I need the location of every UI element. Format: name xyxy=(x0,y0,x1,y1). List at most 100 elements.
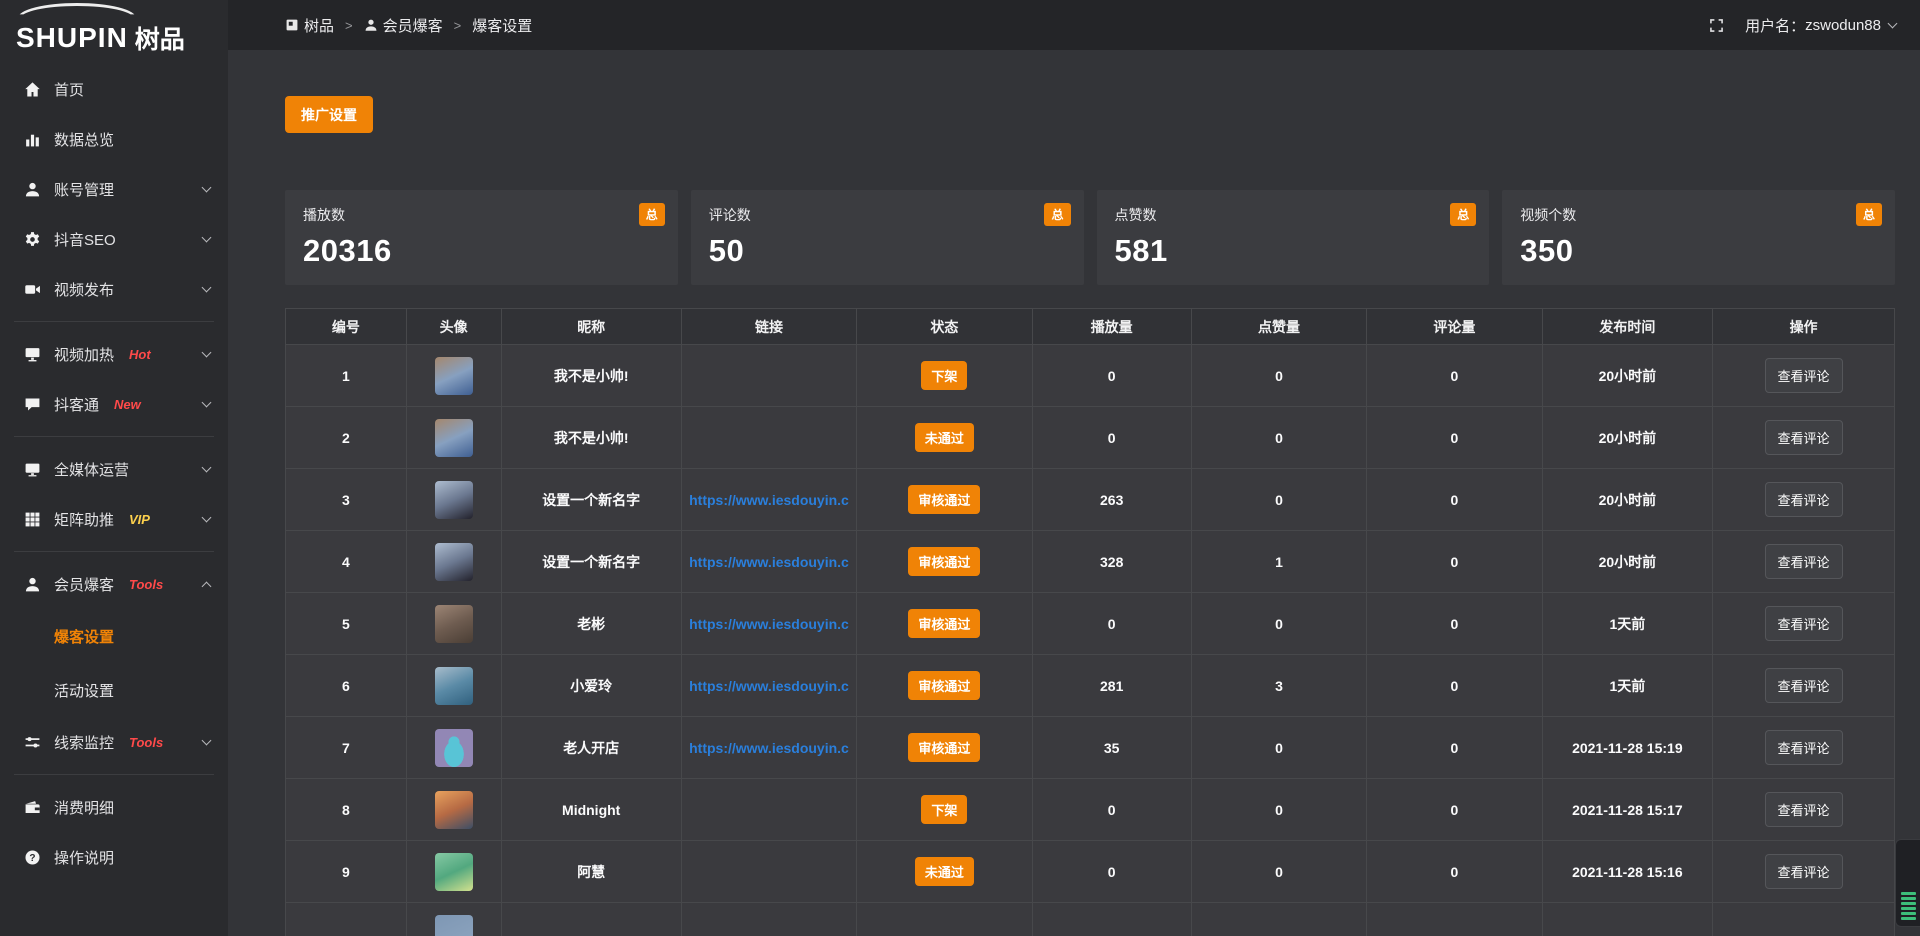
nickname-cell: Midnight xyxy=(501,779,681,841)
sidebar-item-label: 会员爆客 xyxy=(54,574,114,595)
sidebar-item-label: 首页 xyxy=(54,79,84,100)
sidebar-item[interactable]: 首页 xyxy=(0,64,228,114)
sidebar-item[interactable]: 视频加热Hot xyxy=(0,329,228,379)
view-comments-button[interactable]: 查看评论 xyxy=(1765,854,1843,889)
plays-cell: 0 xyxy=(1032,841,1191,903)
user-icon xyxy=(24,181,41,198)
table-row: 2我不是小帅!未通过00020小时前查看评论 xyxy=(286,407,1895,469)
row-id: 4 xyxy=(286,531,407,593)
table-row: 7老人开店https://www.iesdouyin.c审核通过35002021… xyxy=(286,717,1895,779)
table-row: 1我不是小帅!下架00020小时前查看评论 xyxy=(286,345,1895,407)
action-cell: 查看评论 xyxy=(1713,779,1895,841)
nickname-cell: 老人开店 xyxy=(501,717,681,779)
chevron-down-icon xyxy=(202,397,212,407)
avatar-cell xyxy=(406,407,501,469)
sidebar-subitem[interactable]: 活动设置 xyxy=(0,663,228,717)
sidebar-item[interactable]: 数据总览 xyxy=(0,114,228,164)
row-id: 1 xyxy=(286,345,407,407)
view-comments-button[interactable]: 查看评论 xyxy=(1765,730,1843,765)
plays-cell: 263 xyxy=(1032,469,1191,531)
video-link[interactable]: https://www.iesdouyin.c xyxy=(684,740,854,756)
sidebar-item[interactable]: 抖客通New xyxy=(0,379,228,429)
widget-bar xyxy=(1901,907,1916,910)
sidebar-item-label: 操作说明 xyxy=(54,847,114,868)
fullscreen-icon[interactable] xyxy=(1708,17,1725,34)
sidebar-subitem[interactable]: 爆客设置 xyxy=(0,609,228,663)
main-column: 树品>会员爆客>爆客设置 用户名：zswodun88 推广设置 播放数20316… xyxy=(228,0,1920,936)
bar-chart-icon xyxy=(24,131,41,148)
table-row xyxy=(286,903,1895,936)
avatar xyxy=(435,543,473,581)
logo-text: SHUPIN xyxy=(16,22,128,54)
stat-card: 视频个数350总 xyxy=(1502,190,1895,285)
help-icon: ? xyxy=(24,849,41,866)
sidebar-item[interactable]: 视频发布 xyxy=(0,264,228,314)
avatar xyxy=(435,853,473,891)
action-cell: 查看评论 xyxy=(1713,345,1895,407)
sidebar-item[interactable]: 会员爆客Tools xyxy=(0,559,228,609)
sidebar-submenu: 爆客设置活动设置 xyxy=(0,609,228,717)
status-cell: 审核通过 xyxy=(857,531,1032,593)
column-header: 昵称 xyxy=(501,309,681,345)
view-comments-button[interactable]: 查看评论 xyxy=(1765,544,1843,579)
breadcrumb-label: 会员爆客 xyxy=(383,15,443,36)
link-cell xyxy=(681,903,856,936)
time-cell: 20小时前 xyxy=(1542,469,1713,531)
view-comments-button[interactable]: 查看评论 xyxy=(1765,606,1843,641)
sidebar-item-label: 消费明细 xyxy=(54,797,114,818)
breadcrumb-item[interactable]: 树品 xyxy=(285,15,334,36)
dashboard-icon xyxy=(285,18,299,32)
floating-widget[interactable] xyxy=(1895,839,1920,927)
status-cell: 审核通过 xyxy=(857,717,1032,779)
promo-settings-button[interactable]: 推广设置 xyxy=(285,96,373,133)
column-header: 操作 xyxy=(1713,309,1895,345)
stat-card-value: 581 xyxy=(1115,233,1472,269)
table-row: 9阿慧未通过0002021-11-28 15:16查看评论 xyxy=(286,841,1895,903)
grid-icon xyxy=(24,511,41,528)
video-link[interactable]: https://www.iesdouyin.c xyxy=(684,492,854,508)
chevron-up-icon xyxy=(202,582,212,592)
time-cell: 2021-11-28 15:19 xyxy=(1542,717,1713,779)
time-cell xyxy=(1542,903,1713,936)
sidebar-item[interactable]: ? 操作说明 xyxy=(0,832,228,882)
view-comments-button[interactable]: 查看评论 xyxy=(1765,482,1843,517)
link-cell xyxy=(681,779,856,841)
status-cell: 审核通过 xyxy=(857,469,1032,531)
sidebar-item[interactable]: 线索监控Tools xyxy=(0,717,228,767)
comments-cell xyxy=(1367,903,1542,936)
avatar xyxy=(435,791,473,829)
sidebar-item[interactable]: 消费明细 xyxy=(0,782,228,832)
sidebar: SHUPIN 树品 首页数据总览账号管理抖音SEO视频发布视频加热Hot抖客通N… xyxy=(0,0,228,936)
status-badge: 未通过 xyxy=(915,857,974,886)
view-comments-button[interactable]: 查看评论 xyxy=(1765,358,1843,393)
chevron-down-icon xyxy=(202,182,212,192)
breadcrumb-separator: > xyxy=(454,18,462,33)
sidebar-item[interactable]: 账号管理 xyxy=(0,164,228,214)
widget-bar xyxy=(1901,917,1916,920)
sidebar-item[interactable]: 矩阵助推VIP xyxy=(0,494,228,544)
chevron-down-icon xyxy=(1888,18,1898,28)
view-comments-button[interactable]: 查看评论 xyxy=(1765,668,1843,703)
avatar-cell xyxy=(406,903,501,936)
video-link[interactable]: https://www.iesdouyin.c xyxy=(684,678,854,694)
time-cell: 20小时前 xyxy=(1542,345,1713,407)
comments-cell: 0 xyxy=(1367,345,1542,407)
chevron-down-icon xyxy=(202,462,212,472)
view-comments-button[interactable]: 查看评论 xyxy=(1765,792,1843,827)
column-header: 头像 xyxy=(406,309,501,345)
link-cell: https://www.iesdouyin.c xyxy=(681,593,856,655)
breadcrumb-item[interactable]: 会员爆客 xyxy=(364,15,443,36)
view-comments-button[interactable]: 查看评论 xyxy=(1765,420,1843,455)
sidebar-item[interactable]: 全媒体运营 xyxy=(0,444,228,494)
total-badge: 总 xyxy=(1044,203,1070,226)
sidebar-item[interactable]: 抖音SEO xyxy=(0,214,228,264)
video-link[interactable]: https://www.iesdouyin.c xyxy=(684,554,854,570)
status-badge: 审核通过 xyxy=(908,733,980,762)
status-badge: 下架 xyxy=(921,361,967,390)
plays-cell: 0 xyxy=(1032,407,1191,469)
username: zswodun88 xyxy=(1805,17,1881,34)
time-cell: 1天前 xyxy=(1542,655,1713,717)
video-link[interactable]: https://www.iesdouyin.c xyxy=(684,616,854,632)
user-menu[interactable]: 用户名：zswodun88 xyxy=(1745,15,1896,36)
link-cell xyxy=(681,345,856,407)
